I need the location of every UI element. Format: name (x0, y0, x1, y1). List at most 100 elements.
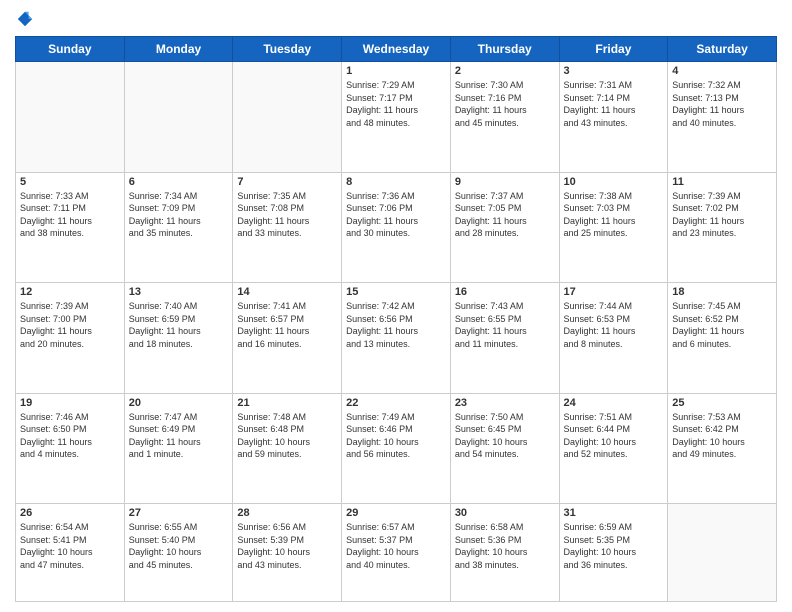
day-info: Sunrise: 7:41 AM Sunset: 6:57 PM Dayligh… (237, 300, 337, 350)
day-info: Sunrise: 7:46 AM Sunset: 6:50 PM Dayligh… (20, 411, 120, 461)
header (15, 10, 777, 28)
day-number: 11 (672, 176, 772, 188)
calendar-cell: 17 Sunrise: 7:44 AM Sunset: 6:53 PM Dayli… (559, 283, 668, 394)
calendar-cell: 11 Sunrise: 7:39 AM Sunset: 7:02 PM Dayli… (668, 172, 777, 283)
day-info: Sunrise: 6:58 AM Sunset: 5:36 PM Dayligh… (455, 521, 555, 571)
calendar-cell (16, 62, 125, 173)
day-number: 17 (564, 286, 664, 298)
day-number: 15 (346, 286, 446, 298)
day-info: Sunrise: 7:35 AM Sunset: 7:08 PM Dayligh… (237, 190, 337, 240)
day-number: 8 (346, 176, 446, 188)
day-info: Sunrise: 7:45 AM Sunset: 6:52 PM Dayligh… (672, 300, 772, 350)
day-info: Sunrise: 6:55 AM Sunset: 5:40 PM Dayligh… (129, 521, 229, 571)
day-number: 2 (455, 65, 555, 77)
calendar-cell: 23 Sunrise: 7:50 AM Sunset: 6:45 PM Dayli… (450, 393, 559, 504)
day-header-thursday: Thursday (450, 37, 559, 62)
day-number: 23 (455, 397, 555, 409)
day-info: Sunrise: 7:32 AM Sunset: 7:13 PM Dayligh… (672, 79, 772, 129)
logo-icon (16, 10, 34, 28)
calendar-cell: 26Sunrise: 6:54 AM Sunset: 5:41 PM Dayli… (16, 504, 125, 602)
calendar-cell: 22 Sunrise: 7:49 AM Sunset: 6:46 PM Dayli… (342, 393, 451, 504)
day-number: 12 (20, 286, 120, 298)
calendar-cell: 27 Sunrise: 6:55 AM Sunset: 5:40 PM Dayli… (124, 504, 233, 602)
day-number: 18 (672, 286, 772, 298)
day-info: Sunrise: 7:44 AM Sunset: 6:53 PM Dayligh… (564, 300, 664, 350)
logo (15, 10, 35, 28)
calendar-cell: 21Sunrise: 7:48 AM Sunset: 6:48 PM Dayli… (233, 393, 342, 504)
calendar-cell (124, 62, 233, 173)
day-info: Sunrise: 7:42 AM Sunset: 6:56 PM Dayligh… (346, 300, 446, 350)
day-number: 25 (672, 397, 772, 409)
day-info: Sunrise: 7:40 AM Sunset: 6:59 PM Dayligh… (129, 300, 229, 350)
day-info: Sunrise: 7:39 AM Sunset: 7:02 PM Dayligh… (672, 190, 772, 240)
day-info: Sunrise: 7:37 AM Sunset: 7:05 PM Dayligh… (455, 190, 555, 240)
day-number: 22 (346, 397, 446, 409)
calendar-cell: 24 Sunrise: 7:51 AM Sunset: 6:44 PM Dayli… (559, 393, 668, 504)
calendar-cell: 9Sunrise: 7:37 AM Sunset: 7:05 PM Daylig… (450, 172, 559, 283)
day-info: Sunrise: 6:59 AM Sunset: 5:35 PM Dayligh… (564, 521, 664, 571)
day-header-tuesday: Tuesday (233, 37, 342, 62)
day-number: 6 (129, 176, 229, 188)
day-number: 3 (564, 65, 664, 77)
calendar-cell: 6Sunrise: 7:34 AM Sunset: 7:09 PM Daylig… (124, 172, 233, 283)
calendar-cell: 5 Sunrise: 7:33 AM Sunset: 7:11 PM Daylig… (16, 172, 125, 283)
calendar-cell: 28 Sunrise: 6:56 AM Sunset: 5:39 PM Dayli… (233, 504, 342, 602)
calendar-week-4: 26Sunrise: 6:54 AM Sunset: 5:41 PM Dayli… (16, 504, 777, 602)
calendar-cell (233, 62, 342, 173)
day-number: 28 (237, 507, 337, 519)
calendar-cell: 10Sunrise: 7:38 AM Sunset: 7:03 PM Dayli… (559, 172, 668, 283)
day-number: 16 (455, 286, 555, 298)
calendar-header-row: SundayMondayTuesdayWednesdayThursdayFrid… (16, 37, 777, 62)
day-info: Sunrise: 7:33 AM Sunset: 7:11 PM Dayligh… (20, 190, 120, 240)
day-info: Sunrise: 7:43 AM Sunset: 6:55 PM Dayligh… (455, 300, 555, 350)
calendar-cell: 1 Sunrise: 7:29 AM Sunset: 7:17 PM Daylig… (342, 62, 451, 173)
calendar-cell: 12 Sunrise: 7:39 AM Sunset: 7:00 PM Dayli… (16, 283, 125, 394)
day-info: Sunrise: 7:29 AM Sunset: 7:17 PM Dayligh… (346, 79, 446, 129)
calendar-cell: 2 Sunrise: 7:30 AM Sunset: 7:16 PM Daylig… (450, 62, 559, 173)
calendar-week-1: 5 Sunrise: 7:33 AM Sunset: 7:11 PM Daylig… (16, 172, 777, 283)
day-number: 13 (129, 286, 229, 298)
calendar-cell: 31 Sunrise: 6:59 AM Sunset: 5:35 PM Dayli… (559, 504, 668, 602)
day-info: Sunrise: 7:31 AM Sunset: 7:14 PM Dayligh… (564, 79, 664, 129)
day-info: Sunrise: 7:47 AM Sunset: 6:49 PM Dayligh… (129, 411, 229, 461)
calendar-cell: 15 Sunrise: 7:42 AM Sunset: 6:56 PM Dayli… (342, 283, 451, 394)
day-number: 1 (346, 65, 446, 77)
calendar-cell (668, 504, 777, 602)
day-info: Sunrise: 7:39 AM Sunset: 7:00 PM Dayligh… (20, 300, 120, 350)
day-info: Sunrise: 7:38 AM Sunset: 7:03 PM Dayligh… (564, 190, 664, 240)
day-info: Sunrise: 7:53 AM Sunset: 6:42 PM Dayligh… (672, 411, 772, 461)
day-number: 19 (20, 397, 120, 409)
calendar-cell: 20Sunrise: 7:47 AM Sunset: 6:49 PM Dayli… (124, 393, 233, 504)
day-info: Sunrise: 6:57 AM Sunset: 5:37 PM Dayligh… (346, 521, 446, 571)
day-header-sunday: Sunday (16, 37, 125, 62)
calendar-cell: 29 Sunrise: 6:57 AM Sunset: 5:37 PM Dayli… (342, 504, 451, 602)
day-info: Sunrise: 7:51 AM Sunset: 6:44 PM Dayligh… (564, 411, 664, 461)
day-info: Sunrise: 7:30 AM Sunset: 7:16 PM Dayligh… (455, 79, 555, 129)
day-info: Sunrise: 7:48 AM Sunset: 6:48 PM Dayligh… (237, 411, 337, 461)
day-header-friday: Friday (559, 37, 668, 62)
logo-text (15, 10, 35, 28)
day-info: Sunrise: 7:50 AM Sunset: 6:45 PM Dayligh… (455, 411, 555, 461)
day-info: Sunrise: 7:36 AM Sunset: 7:06 PM Dayligh… (346, 190, 446, 240)
page: SundayMondayTuesdayWednesdayThursdayFrid… (0, 0, 792, 612)
calendar-cell: 14Sunrise: 7:41 AM Sunset: 6:57 PM Dayli… (233, 283, 342, 394)
day-number: 26 (20, 507, 120, 519)
day-header-saturday: Saturday (668, 37, 777, 62)
calendar-cell: 16 Sunrise: 7:43 AM Sunset: 6:55 PM Dayli… (450, 283, 559, 394)
calendar-cell: 13 Sunrise: 7:40 AM Sunset: 6:59 PM Dayli… (124, 283, 233, 394)
day-number: 31 (564, 507, 664, 519)
day-number: 5 (20, 176, 120, 188)
calendar-cell: 7Sunrise: 7:35 AM Sunset: 7:08 PM Daylig… (233, 172, 342, 283)
calendar-cell: 8 Sunrise: 7:36 AM Sunset: 7:06 PM Daylig… (342, 172, 451, 283)
calendar-week-0: 1 Sunrise: 7:29 AM Sunset: 7:17 PM Daylig… (16, 62, 777, 173)
calendar-cell: 3 Sunrise: 7:31 AM Sunset: 7:14 PM Daylig… (559, 62, 668, 173)
calendar-cell: 18 Sunrise: 7:45 AM Sunset: 6:52 PM Dayli… (668, 283, 777, 394)
day-header-wednesday: Wednesday (342, 37, 451, 62)
day-info: Sunrise: 7:49 AM Sunset: 6:46 PM Dayligh… (346, 411, 446, 461)
calendar-week-2: 12 Sunrise: 7:39 AM Sunset: 7:00 PM Dayli… (16, 283, 777, 394)
calendar-cell: 4Sunrise: 7:32 AM Sunset: 7:13 PM Daylig… (668, 62, 777, 173)
day-number: 29 (346, 507, 446, 519)
day-info: Sunrise: 6:56 AM Sunset: 5:39 PM Dayligh… (237, 521, 337, 571)
day-number: 24 (564, 397, 664, 409)
day-number: 27 (129, 507, 229, 519)
